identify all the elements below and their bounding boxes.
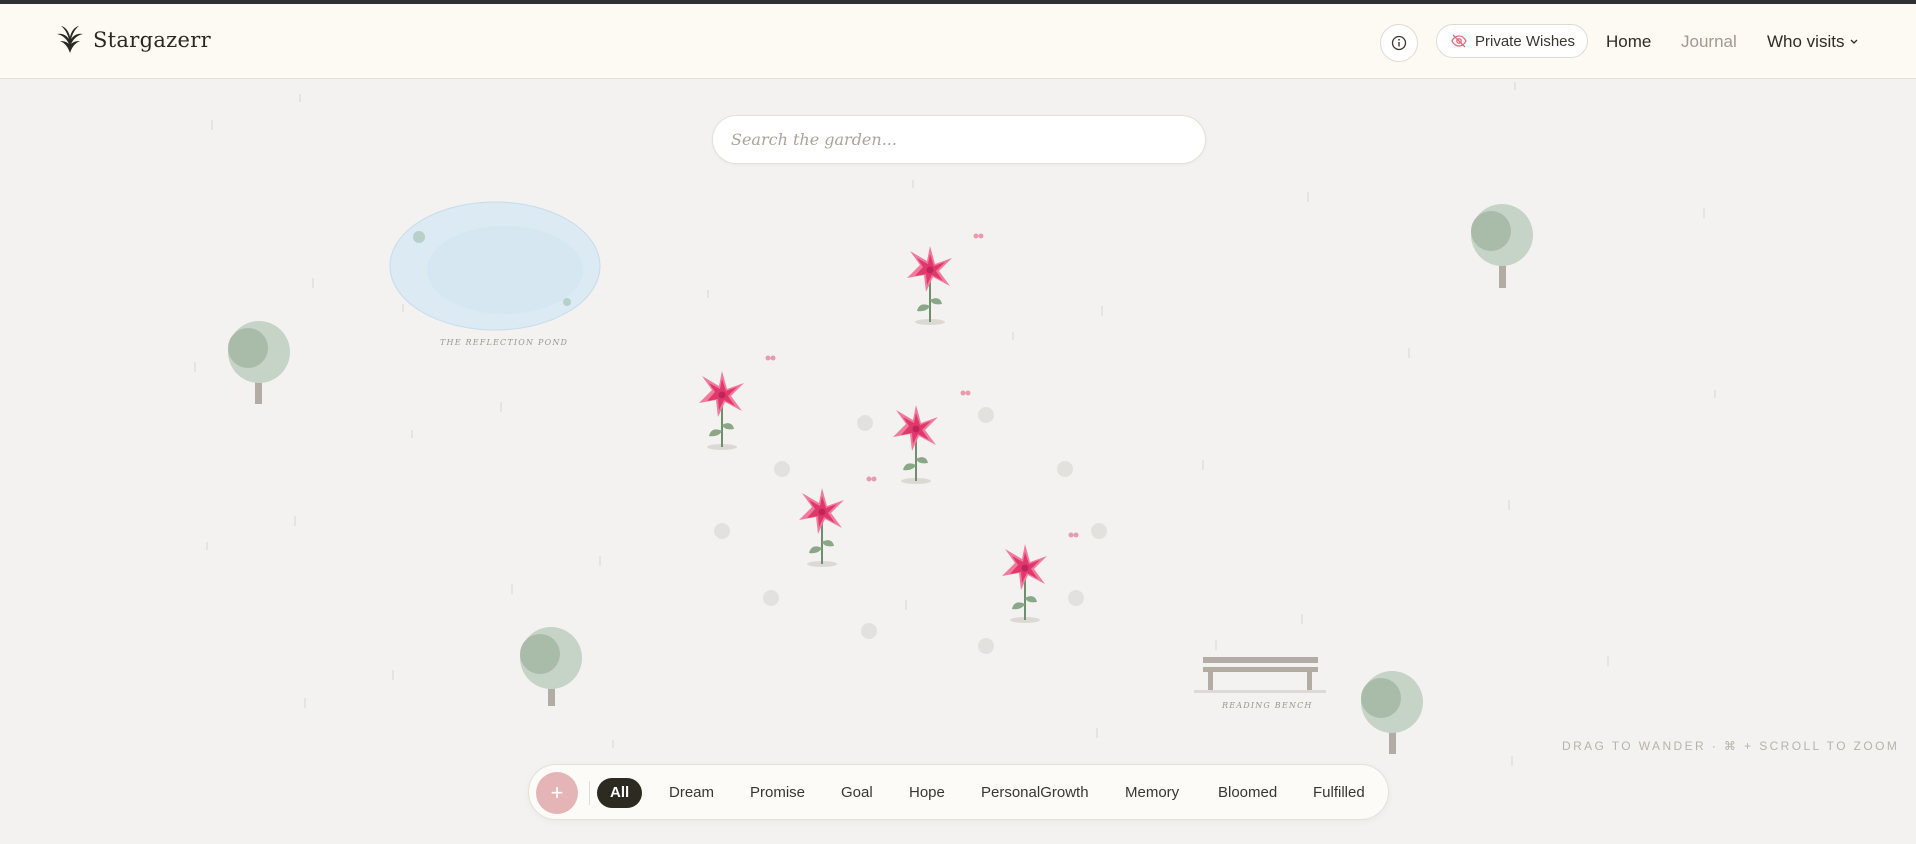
private-wishes-label: Private Wishes xyxy=(1475,32,1576,50)
navigation-hint: DRAG TO WANDER · ⌘ + SCROLL TO ZOOM xyxy=(1562,739,1900,753)
filter-chip-all[interactable]: All xyxy=(597,778,643,808)
filter-chip-memory[interactable]: Memory xyxy=(1125,778,1179,808)
app-header: Stargazerr Private Wishes Home Journal W… xyxy=(0,4,1916,79)
phoenix-logo-icon xyxy=(57,26,83,53)
filter-divider xyxy=(589,781,590,805)
bench-label: READING BENCH xyxy=(1222,701,1313,710)
filter-chip-promise[interactable]: Promise xyxy=(750,778,805,808)
pond-label: THE REFLECTION POND xyxy=(440,338,569,347)
nav-who-visits[interactable]: Who visits xyxy=(1767,32,1858,52)
filter-bar: + All Dream Promise Goal Hope PersonalGr… xyxy=(528,764,1389,820)
logo[interactable]: Stargazerr xyxy=(55,23,211,57)
filter-chip-dream[interactable]: Dream xyxy=(669,778,714,808)
app-name: Stargazerr xyxy=(93,28,211,52)
add-wish-button[interactable]: + xyxy=(536,772,578,814)
plus-icon: + xyxy=(550,780,564,805)
garden-canvas[interactable]: THE REFLECTION POND READING BENCH xyxy=(0,80,1916,844)
wish-flowers xyxy=(698,245,1048,624)
filter-chip-fulfilled[interactable]: Fulfilled xyxy=(1313,778,1365,808)
filter-chip-bloomed[interactable]: Bloomed xyxy=(1218,778,1277,808)
wish-flower[interactable] xyxy=(892,404,939,485)
wish-flower[interactable] xyxy=(906,245,953,326)
wish-flower[interactable] xyxy=(1001,543,1048,624)
wish-flower[interactable] xyxy=(698,370,745,451)
eye-off-icon xyxy=(1451,34,1467,48)
nav-home[interactable]: Home xyxy=(1606,32,1651,52)
filter-chip-goal[interactable]: Goal xyxy=(841,778,873,808)
nav-who-visits-label: Who visits xyxy=(1767,32,1845,51)
info-icon xyxy=(1391,35,1407,51)
filter-chip-hope[interactable]: Hope xyxy=(909,778,945,808)
filter-chip-personalgrowth[interactable]: PersonalGrowth xyxy=(981,778,1089,808)
nav-journal[interactable]: Journal xyxy=(1681,32,1737,52)
info-button[interactable] xyxy=(1380,24,1418,62)
wish-flower[interactable] xyxy=(798,487,845,568)
search-input[interactable] xyxy=(712,115,1206,164)
private-wishes-button[interactable]: Private Wishes xyxy=(1436,24,1588,58)
chevron-down-icon xyxy=(1851,39,1858,44)
